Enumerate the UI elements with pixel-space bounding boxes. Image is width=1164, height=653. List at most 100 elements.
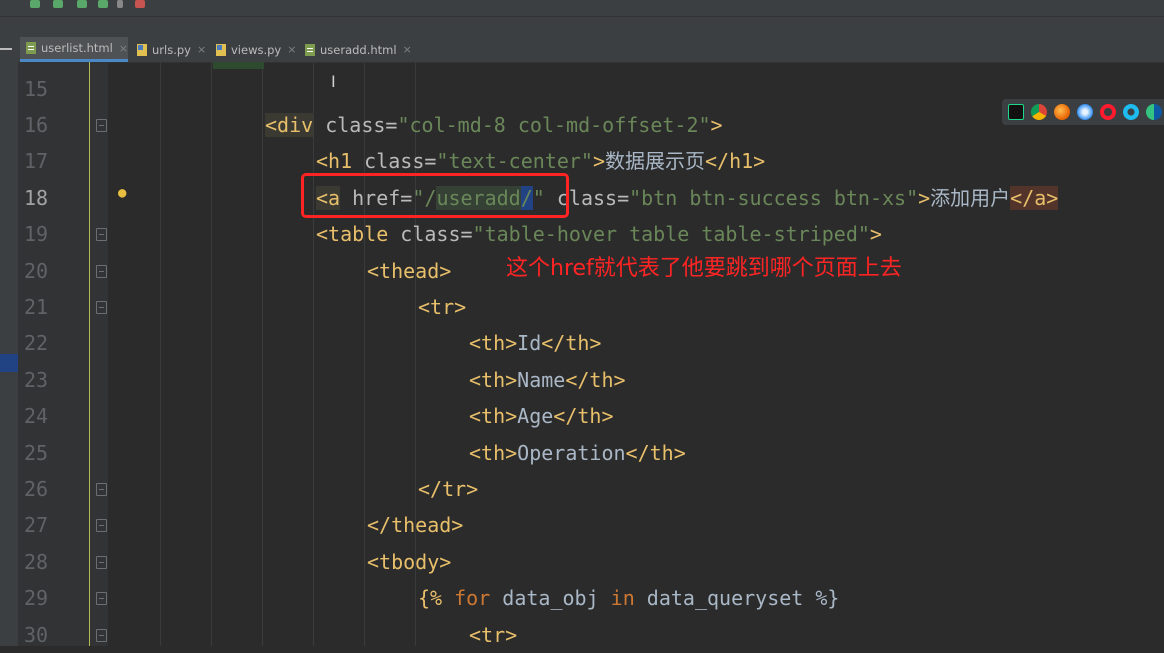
- code-line-22[interactable]: <th>Id</th>: [469, 325, 601, 361]
- code-line-26[interactable]: </tr>: [418, 471, 478, 507]
- fold-marker[interactable]: [96, 301, 107, 314]
- code-token: in: [610, 586, 635, 610]
- code-token: </th>: [553, 404, 614, 428]
- code-token: >: [869, 222, 882, 246]
- fold-marker[interactable]: [96, 228, 107, 241]
- code-token: >: [918, 186, 931, 210]
- line-number: 20: [24, 259, 49, 283]
- code-line-23[interactable]: <th>Name</th>: [469, 362, 626, 398]
- code-token: <th>: [469, 331, 518, 355]
- code-token: </th>: [541, 331, 602, 355]
- python-file-icon: [137, 43, 147, 56]
- code-line-20[interactable]: <thead>: [367, 253, 451, 289]
- pycharm-icon[interactable]: [1008, 104, 1024, 120]
- top-toolbar: [0, 0, 1164, 17]
- code-token: class=: [313, 113, 398, 137]
- close-icon[interactable]: ×: [287, 43, 296, 56]
- code-token: <table: [316, 222, 389, 246]
- tab-useradd[interactable]: useradd.html ×: [299, 37, 412, 62]
- fold-marker[interactable]: [96, 629, 107, 642]
- code-token: Id: [517, 331, 542, 355]
- code-token: 数据展示页: [605, 149, 706, 173]
- close-icon[interactable]: ×: [197, 43, 206, 56]
- text-cursor-icon: I: [331, 72, 336, 91]
- annotation-text: 这个href就代表了他要跳到哪个页面上去: [506, 256, 902, 281]
- code-token: for: [454, 586, 491, 610]
- close-icon[interactable]: ×: [403, 43, 412, 56]
- ie-icon[interactable]: [1123, 104, 1139, 120]
- fold-marker[interactable]: [96, 519, 107, 532]
- code-line-29[interactable]: {% for data_obj in data_queryset %}: [418, 580, 839, 616]
- code-token: <th>: [469, 404, 518, 428]
- code-token: class=: [352, 149, 437, 173]
- code-token: Name: [517, 368, 566, 392]
- line-number: 30: [24, 623, 49, 647]
- highlight-box: [301, 173, 569, 218]
- code-line-25[interactable]: <th>Operation</th>: [469, 435, 686, 471]
- line-number: 27: [24, 513, 49, 537]
- dropdown-icon[interactable]: [117, 0, 123, 8]
- code-line-21[interactable]: <tr>: [418, 289, 466, 325]
- safari-icon[interactable]: [1077, 104, 1093, 120]
- code-token: <h1: [316, 149, 353, 173]
- code-line-19[interactable]: <table class="table-hover table table-st…: [316, 216, 882, 252]
- coverage-icon[interactable]: [77, 0, 87, 8]
- close-icon[interactable]: ×: [119, 42, 128, 55]
- code-line-24[interactable]: <th>Age</th>: [469, 398, 614, 434]
- debug-icon[interactable]: [53, 0, 63, 8]
- code-token: </tr>: [418, 477, 479, 501]
- rerun-icon[interactable]: [30, 0, 40, 8]
- tab-urls[interactable]: urls.py ×: [131, 37, 206, 62]
- firefox-icon[interactable]: [1054, 104, 1070, 120]
- code-token: "text-center": [436, 149, 593, 173]
- code-token: class=: [388, 222, 473, 246]
- fold-marker[interactable]: [96, 119, 107, 132]
- tab-views[interactable]: views.py ×: [210, 37, 296, 62]
- line-number-current: 18: [24, 186, 49, 210]
- opera-icon[interactable]: [1100, 104, 1116, 120]
- change-marker: [213, 62, 264, 69]
- tab-label: userlist.html: [41, 41, 113, 55]
- code-token: {%: [418, 586, 455, 610]
- line-number: 24: [24, 404, 49, 428]
- code-token: </th>: [625, 441, 686, 465]
- structure-marker[interactable]: [0, 354, 18, 372]
- tab-label: useradd.html: [320, 42, 397, 57]
- code-token: data_queryset %}: [634, 586, 840, 610]
- fold-marker[interactable]: [96, 556, 107, 569]
- collapse-icon[interactable]: [0, 48, 12, 50]
- fold-marker[interactable]: [96, 483, 107, 496]
- browser-preview-bar: [1002, 99, 1164, 125]
- edge-icon[interactable]: [1146, 104, 1162, 120]
- line-number: 25: [24, 441, 49, 465]
- tab-label: views.py: [231, 42, 282, 57]
- tab-userlist[interactable]: userlist.html ×: [20, 37, 128, 62]
- code-token: <thead>: [367, 259, 452, 283]
- code-token: </th>: [565, 368, 626, 392]
- code-token: "col-md-8 col-md-offset-2": [397, 113, 711, 137]
- code-token: 添加用户: [930, 186, 1011, 210]
- code-token: <th>: [469, 441, 518, 465]
- editor-tab-bar: userlist.html × urls.py × views.py × use…: [0, 37, 1164, 63]
- code-line-16[interactable]: <div class="col-md-8 col-md-offset-2">: [265, 107, 723, 143]
- indent-guide: [313, 62, 314, 646]
- indent-guide: [160, 62, 161, 646]
- profile-icon[interactable]: [98, 0, 108, 8]
- code-token: </thead>: [367, 513, 464, 537]
- code-token: </a>: [1010, 186, 1059, 210]
- code-line-28[interactable]: <tbody>: [367, 544, 451, 580]
- code-line-30[interactable]: <tr>: [469, 617, 517, 653]
- fold-marker[interactable]: [96, 265, 107, 278]
- stop-icon[interactable]: [135, 0, 145, 8]
- line-number: 29: [24, 586, 49, 610]
- fold-marker[interactable]: [96, 592, 107, 605]
- line-number: 19: [24, 222, 49, 246]
- code-token: Age: [517, 404, 554, 428]
- scroll-indicator-icon[interactable]: [1159, 62, 1164, 102]
- html-file-icon: [26, 42, 36, 54]
- code-token: <tr>: [418, 295, 467, 319]
- lightbulb-icon[interactable]: ●: [118, 185, 126, 201]
- code-line-27[interactable]: </thead>: [367, 507, 463, 543]
- line-number: 23: [24, 368, 49, 392]
- chrome-icon[interactable]: [1031, 104, 1047, 120]
